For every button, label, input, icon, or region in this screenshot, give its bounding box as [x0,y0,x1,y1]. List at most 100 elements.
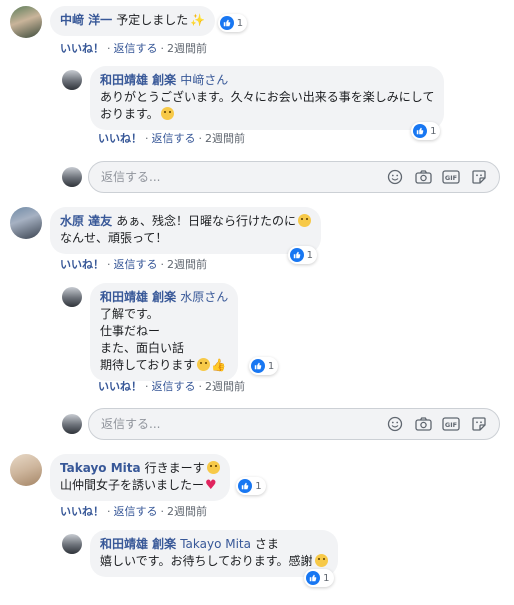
comment-actions: いいね！ · 返信する · 2週間前 [98,130,245,146]
avatar[interactable] [10,6,42,38]
reaction-count[interactable]: 1 [248,357,279,375]
thumbs-up-icon [250,359,265,373]
comment-text: 了解です。 [100,307,159,321]
comment-bubble: 中﨑 洋一 予定しました ✨ 1 [50,6,248,36]
sticker-icon[interactable] [469,168,489,186]
separator: · [107,505,111,518]
comment-actions: いいね！ · 返信する · 2週間前 [60,40,207,56]
comment-text: おります。 [100,107,159,121]
like-count: 1 [255,480,262,492]
thumbs-up-icon [306,571,321,585]
comment-author[interactable]: 和田靖雄 創楽 [100,537,176,551]
svg-text:GIF: GIF [445,421,457,429]
avatar[interactable] [10,454,42,486]
like-link[interactable]: いいね！ [60,505,104,518]
reply-link[interactable]: 返信する [152,132,196,145]
heart-icon: ♥ [205,478,217,493]
reply-link[interactable]: 返信する [114,258,158,271]
smile-emoji-icon [197,358,211,371]
avatar[interactable] [62,70,82,90]
comment-author[interactable]: 和田靖雄 創楽 [100,290,176,304]
reply-comment: 和田靖雄 創楽 水原さん 了解です。 仕事だねー また、面白い話 期待しております… [62,283,279,381]
comment-author[interactable]: 和田靖雄 創楽 [100,73,176,87]
avatar[interactable] [62,534,82,554]
comment: 中﨑 洋一 予定しました ✨ 1 [10,6,248,38]
avatar[interactable] [62,287,82,307]
timestamp[interactable]: 2週間前 [167,42,207,55]
separator: · [107,42,111,55]
separator: · [145,132,149,145]
comment-bubble: 和田靖雄 創楽 水原さん 了解です。 仕事だねー また、面白い話 期待しております… [90,283,279,381]
comment: 水原 達友 あぁ、残念！日曜なら行けたのに なんせ、頑張って！ 1 [10,207,321,264]
thumbs-up-icon [289,248,304,262]
mention[interactable]: Takayo Mita [180,537,251,551]
emoji-icon[interactable] [385,415,405,433]
camera-icon[interactable] [413,168,433,186]
like-count: 1 [236,17,244,29]
comment-text: なんせ、頑張って！ [60,231,168,245]
avatar [62,167,82,187]
comment-text: 期待しております [100,358,196,372]
avatar[interactable] [10,207,42,239]
comment-author[interactable]: 水原 達友 [60,214,112,228]
like-count: 1 [267,360,275,372]
reaction-count[interactable]: 1 [217,14,248,32]
svg-text:GIF: GIF [445,174,457,182]
mention[interactable]: 中﨑さん [180,73,228,87]
reply-comment: 和田靖雄 創楽 中﨑さん ありがとうございます。久々にお会い出来る事を楽しみにして… [62,66,445,140]
reaction-count[interactable]: 1 [236,477,266,495]
comment-text: また、面白い話 [100,341,185,355]
laughing-emoji-icon [297,214,311,227]
reply-link[interactable]: 返信する [114,505,158,518]
separator: · [160,42,165,55]
comment-author[interactable]: 中﨑 洋一 [60,13,112,27]
reply-composer: GIF [88,408,500,440]
separator: · [107,258,111,271]
sparkle-icon: ✨ [190,13,206,27]
timestamp[interactable]: 2週間前 [205,380,245,393]
thumbs-up-icon [238,479,253,493]
like-link[interactable]: いいね！ [60,42,104,55]
smile-emoji-icon [206,461,220,474]
like-link[interactable]: いいね！ [98,132,142,145]
mention[interactable]: 水原さん [180,290,228,304]
gif-icon[interactable]: GIF [441,168,461,186]
comment-bubble: Takayo Mita 行きまーす 山仲間女子を誘いましたー♥ 1 [50,454,266,501]
like-link[interactable]: いいね！ [60,258,104,271]
separator: · [198,380,203,393]
reply-input[interactable] [89,169,377,185]
reaction-count[interactable]: 1 [287,246,317,264]
reply-link[interactable]: 返信する [152,380,196,393]
comment-author[interactable]: Takayo Mita [60,461,141,475]
like-count: 1 [306,249,313,261]
smile-emoji-icon [314,554,328,567]
camera-icon[interactable] [413,415,433,433]
comment-bubble: 水原 達友 あぁ、残念！日曜なら行けたのに なんせ、頑張って！ 1 [50,207,321,264]
timestamp[interactable]: 2週間前 [205,132,245,145]
avatar [62,414,82,434]
reaction-count[interactable]: 1 [411,122,441,140]
timestamp[interactable]: 2週間前 [167,258,207,271]
emoji-icon[interactable] [385,168,405,186]
reaction-count[interactable]: 1 [304,569,334,587]
reply-input[interactable] [89,416,377,432]
reply-link[interactable]: 返信する [114,42,158,55]
comment-actions: いいね！ · 返信する · 2週間前 [98,378,245,394]
comment-bubble: 和田靖雄 創楽 中﨑さん ありがとうございます。久々にお会い出来る事を楽しみにして… [90,66,445,140]
comment-text: さま [254,537,279,551]
sticker-icon[interactable] [469,415,489,433]
thumbs-up-emoji-icon: 👍 [211,358,227,372]
comment: Takayo Mita 行きまーす 山仲間女子を誘いましたー♥ 1 [10,454,266,501]
timestamp[interactable]: 2週間前 [167,505,207,518]
comment-text: ありがとうございます。久々にお会い出来る事を楽しみにして [100,90,435,104]
like-count: 1 [430,125,437,137]
separator: · [198,132,203,145]
reply-composer: GIF [88,161,500,193]
comment-text: あぁ、残念！日曜なら行けたのに [116,214,296,228]
comment-text: 山仲間女子を誘いましたー [60,478,205,492]
gif-icon[interactable]: GIF [441,415,461,433]
comment-actions: いいね！ · 返信する · 2週間前 [60,503,207,519]
like-link[interactable]: いいね！ [98,380,142,393]
smile-emoji-icon [160,107,174,120]
comment-text: 嬉しいです。お待ちしております。感謝 [100,554,313,568]
